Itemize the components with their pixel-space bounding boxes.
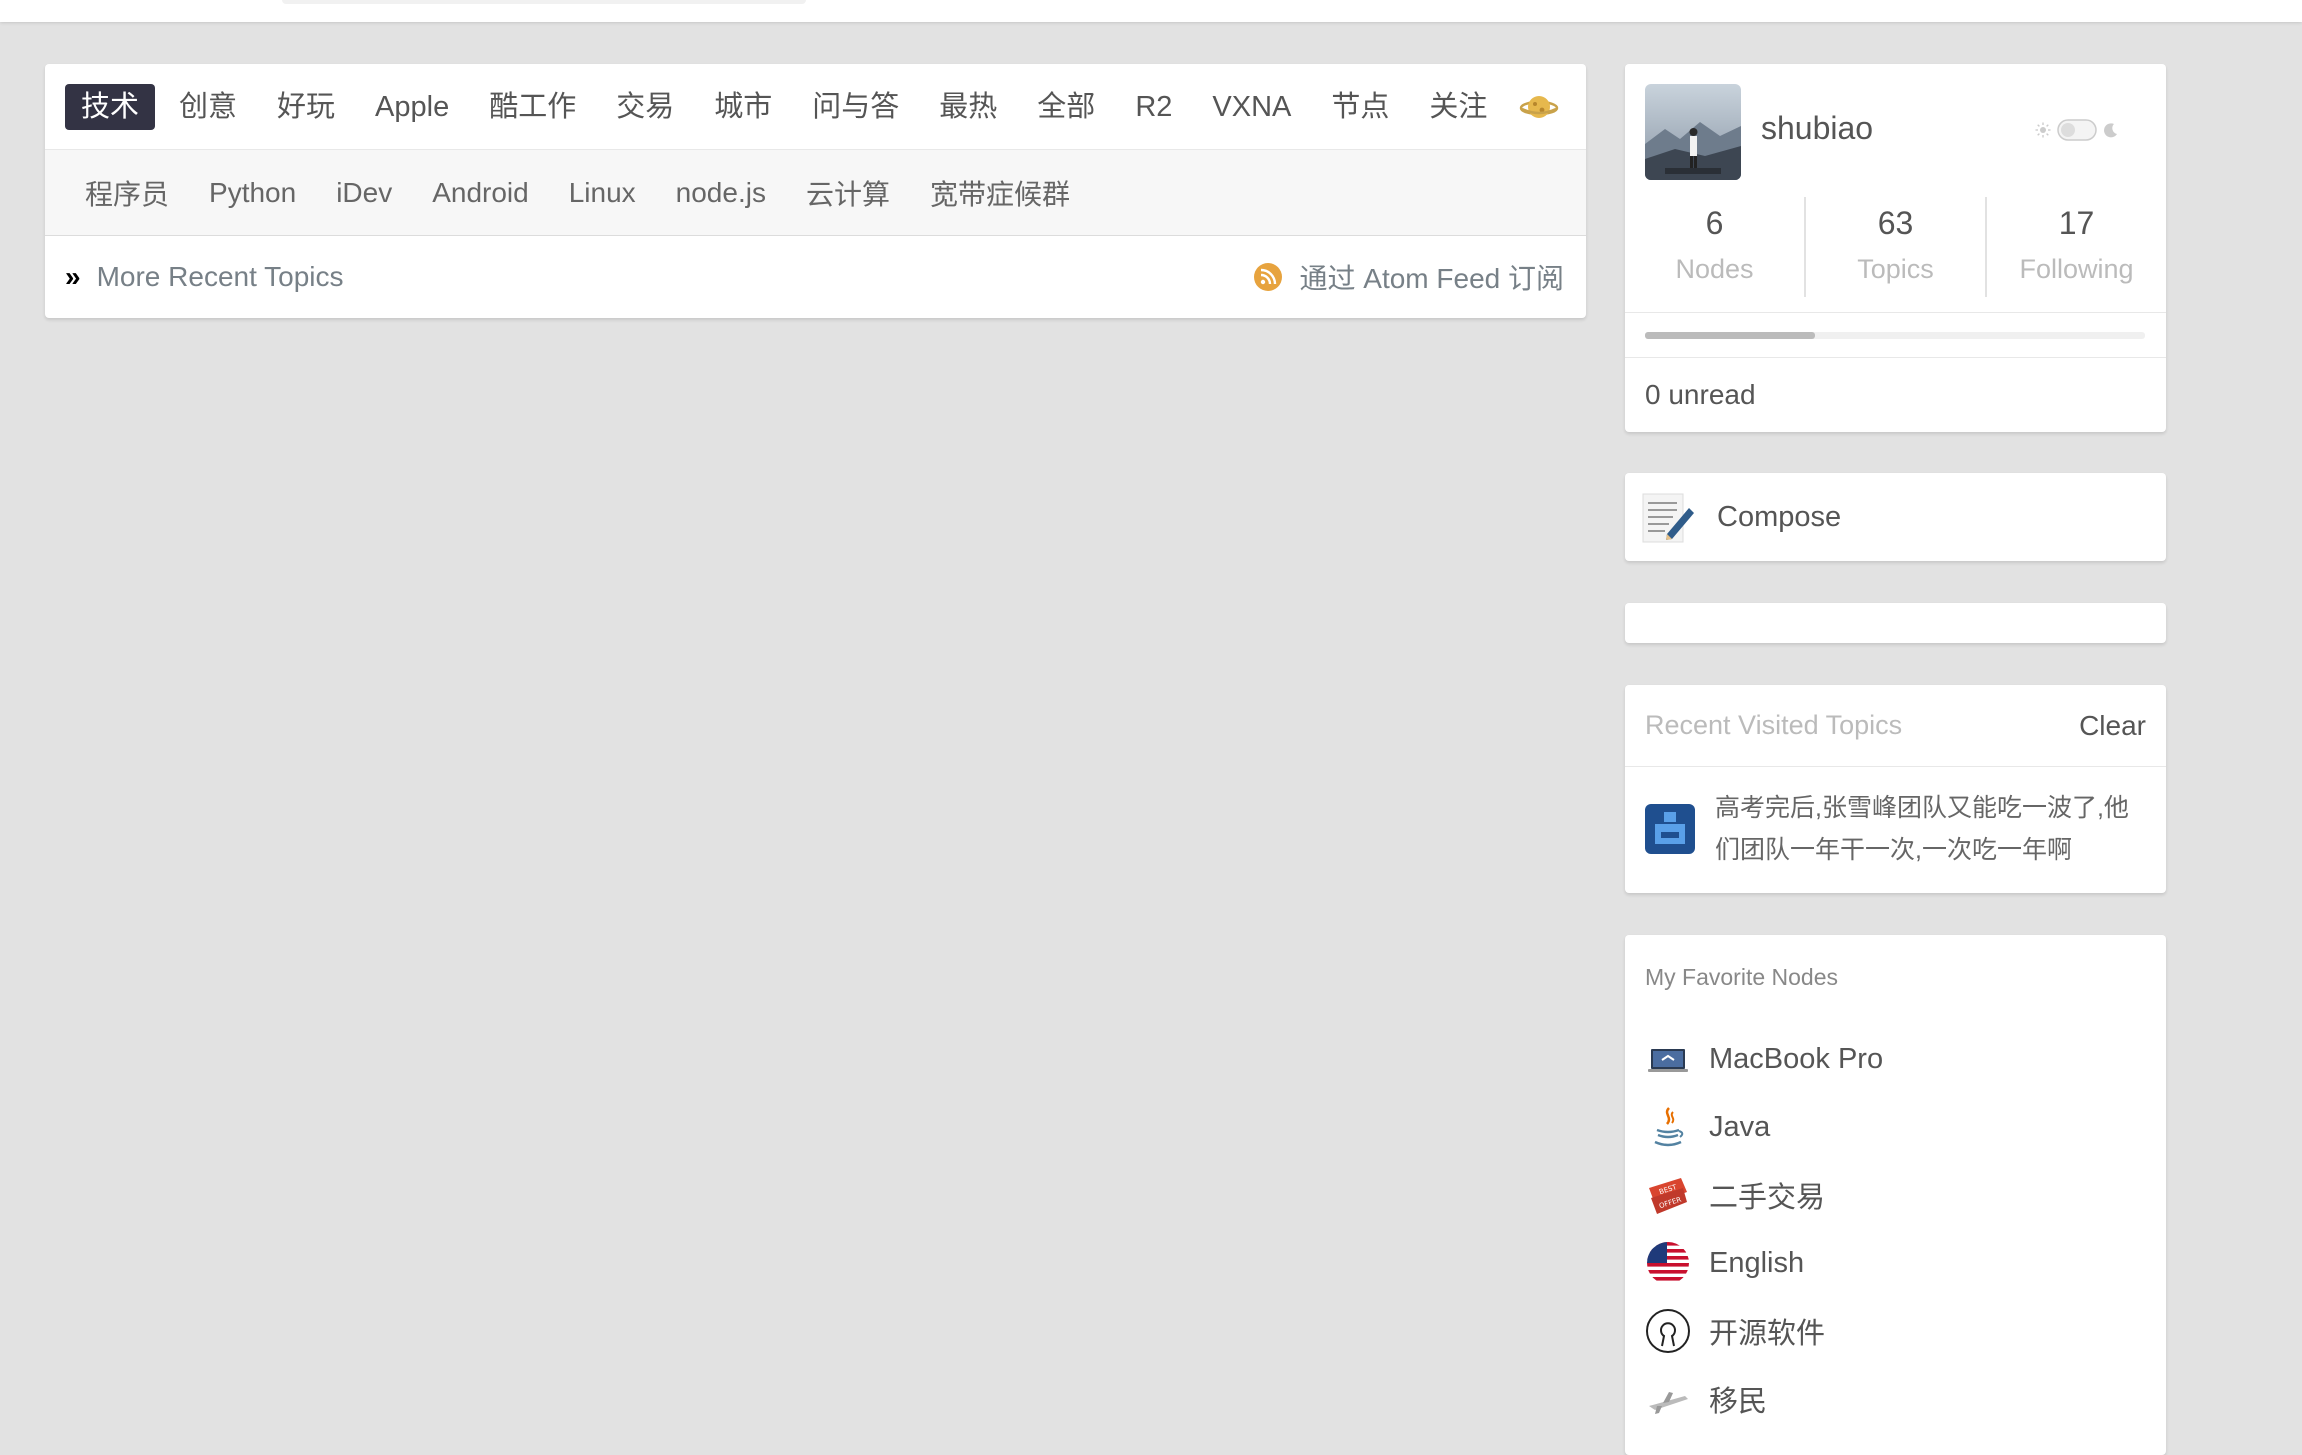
favorite-node-english[interactable]: English <box>1645 1229 1883 1297</box>
recent-visited-panel: Recent Visited Topics Clear 高考完后,张雪峰团队又能… <box>1625 685 2166 893</box>
stat-topics-value: 63 <box>1877 205 1914 241</box>
unread-notifications-link[interactable]: 0 unread <box>1645 379 1756 411</box>
stat-nodes-label: Nodes <box>1675 254 1754 284</box>
recent-topics-row: » More Recent Topics 通过 Atom Feed 订阅 <box>45 236 1586 318</box>
tab-play[interactable]: 好玩 <box>261 84 351 130</box>
toggle-icon <box>2057 119 2097 141</box>
favorite-nodes-list: MacBook Pro Java BEST OFFER 二手交易 English… <box>1645 1025 1883 1433</box>
airplane-icon <box>1649 1392 1688 1414</box>
subtab-idev[interactable]: iDev <box>336 177 392 209</box>
subtab-nodejs[interactable]: node.js <box>676 177 766 209</box>
empty-panel <box>1625 603 2166 643</box>
tab-r2[interactable]: R2 <box>1119 84 1188 130</box>
macbook-icon <box>1648 1049 1688 1072</box>
subtab-programmer[interactable]: 程序员 <box>85 173 169 213</box>
rss-icon <box>1254 263 1283 291</box>
more-recent-topics-link[interactable]: More Recent Topics <box>97 261 344 293</box>
best-offer-icon: BEST OFFER <box>1649 1178 1687 1214</box>
search-bar-edge[interactable] <box>282 0 806 4</box>
java-icon <box>1654 1107 1684 1147</box>
tabs-row: 技术 创意 好玩 Apple 酷工作 交易 城市 问与答 最热 全部 R2 VX… <box>45 64 1586 150</box>
tab-following[interactable]: 关注 <box>1413 84 1503 130</box>
stat-nodes-value: 6 <box>1705 205 1724 241</box>
favorite-node-label: 移民 <box>1709 1386 1768 1418</box>
user-stats: 6 Nodes 63 Topics 17 Following <box>1625 197 2166 297</box>
us-flag-icon <box>1647 1242 1689 1284</box>
stat-following[interactable]: 17 Following <box>1987 197 2166 297</box>
theme-toggle[interactable] <box>2035 119 2119 141</box>
stat-following-label: Following <box>2019 254 2134 284</box>
stat-nodes[interactable]: 6 Nodes <box>1625 197 1806 297</box>
moon-icon <box>2104 123 2117 138</box>
favorite-node-java[interactable]: Java <box>1645 1093 1883 1161</box>
progress-fill <box>1645 332 1815 339</box>
favorite-node-label: 二手交易 <box>1709 1182 1826 1214</box>
favorite-nodes-panel: My Favorite Nodes MacBook Pro Java BEST … <box>1625 935 2166 1455</box>
recent-visited-header: Recent Visited Topics Clear <box>1625 685 2166 767</box>
tab-deals[interactable]: 交易 <box>600 84 690 130</box>
top-navbar <box>0 0 2302 22</box>
topic-avatar-icon <box>1645 804 1695 854</box>
user-panel: shubiao 6 Nodes 63 Topics 17 Following 0… <box>1625 64 2166 432</box>
stat-topics[interactable]: 63 Topics <box>1806 197 1987 297</box>
raquo-icon: » <box>65 261 81 292</box>
main-tabs-box: 技术 创意 好玩 Apple 酷工作 交易 城市 问与答 最热 全部 R2 VX… <box>45 64 1586 318</box>
tab-vxna[interactable]: VXNA <box>1196 84 1307 130</box>
compose-icon <box>1642 493 1694 543</box>
compose-label: Compose <box>1717 500 1842 533</box>
stat-following-value: 17 <box>2058 205 2095 241</box>
sun-icon <box>2035 122 2051 138</box>
planet-icon[interactable] <box>1519 87 1559 127</box>
divider <box>1625 312 2166 313</box>
favorite-nodes-title: My Favorite Nodes <box>1645 964 1839 990</box>
recent-topic-title: 高考完后,张雪峰团队又能吃一波了,他们团队一年干一次,一次吃一年啊 <box>1715 794 2129 864</box>
favorite-node-macbook-pro[interactable]: MacBook Pro <box>1645 1025 1883 1093</box>
tab-nodes[interactable]: 节点 <box>1315 84 1405 130</box>
subtabs-row: 程序员 Python iDev Android Linux node.js 云计… <box>45 150 1586 236</box>
recent-visited-title: Recent Visited Topics <box>1645 710 1903 740</box>
tab-tech[interactable]: 技术 <box>65 83 156 130</box>
tab-hot[interactable]: 最热 <box>923 84 1013 130</box>
username[interactable]: shubiao <box>1761 110 1873 147</box>
subtab-cloud[interactable]: 云计算 <box>806 173 890 213</box>
favorite-node-second-hand[interactable]: BEST OFFER 二手交易 <box>1645 1161 1883 1229</box>
subtab-broadband[interactable]: 宽带症候群 <box>930 173 1070 213</box>
favorite-node-open-source[interactable]: 开源软件 <box>1645 1297 1883 1365</box>
open-source-icon <box>1646 1309 1690 1353</box>
clear-button[interactable]: Clear <box>2079 710 2146 742</box>
tab-creative[interactable]: 创意 <box>163 84 253 130</box>
stat-topics-label: Topics <box>1857 254 1934 284</box>
tab-apple[interactable]: Apple <box>359 84 465 130</box>
user-avatar[interactable] <box>1645 84 1741 180</box>
favorite-node-label: Java <box>1709 1110 1771 1143</box>
atom-feed-label: 通过 Atom Feed 订阅 <box>1299 263 1564 294</box>
tab-all[interactable]: 全部 <box>1021 84 1111 130</box>
subtab-python[interactable]: Python <box>209 177 296 209</box>
atom-feed-link[interactable]: 通过 Atom Feed 订阅 <box>1253 257 1564 297</box>
favorite-node-label: MacBook Pro <box>1709 1042 1884 1075</box>
subtab-android[interactable]: Android <box>432 177 529 209</box>
divider <box>1625 357 2166 358</box>
subtab-linux[interactable]: Linux <box>569 177 636 209</box>
tab-qna[interactable]: 问与答 <box>796 84 915 130</box>
progress-bar <box>1645 332 2145 339</box>
list-item[interactable]: 高考完后,张雪峰团队又能吃一波了,他们团队一年干一次,一次吃一年啊 <box>1625 767 2166 891</box>
compose-panel[interactable]: Compose <box>1625 473 2166 561</box>
favorite-node-label: English <box>1709 1246 1805 1279</box>
tab-jobs[interactable]: 酷工作 <box>473 84 592 130</box>
favorite-node-immigration[interactable]: 移民 <box>1645 1365 1883 1433</box>
favorite-node-label: 开源软件 <box>1709 1318 1826 1350</box>
tab-city[interactable]: 城市 <box>698 84 788 130</box>
